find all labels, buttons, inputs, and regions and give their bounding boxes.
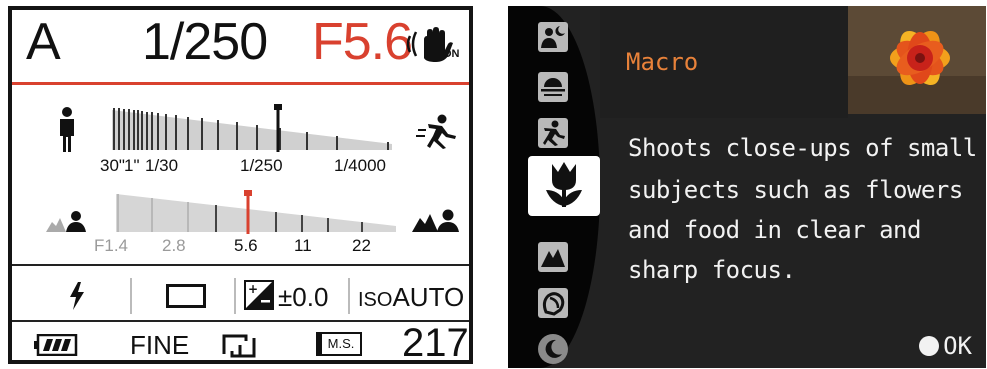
aperture-scale-label: 11 [294, 236, 312, 255]
macro-sample-image [848, 6, 986, 114]
single-shot-icon [166, 284, 206, 308]
battery-icon [34, 334, 78, 356]
person-running-icon [416, 114, 456, 149]
shutter-scale-label: 1/30 [145, 156, 179, 175]
memory-stick-icon: M.S. [316, 332, 362, 356]
aspect-ratio-icon [222, 334, 256, 358]
flash-icon [70, 282, 84, 310]
image-quality: FINE [130, 330, 190, 360]
shots-remaining: 217 [402, 321, 469, 364]
aperture-scale [116, 190, 396, 234]
sports-icon[interactable] [538, 118, 568, 148]
divider [234, 278, 236, 314]
sharp-background-portrait-icon [412, 209, 459, 232]
shutter-scale-label-current: 1/250 [240, 156, 283, 175]
divider [348, 278, 350, 314]
aperture-value: F5.6 [312, 13, 413, 71]
portrait-icon[interactable] [538, 288, 568, 318]
shutter-scale-label: 30" [100, 156, 125, 175]
aperture-scale-label: 2.8 [162, 236, 186, 255]
ok-label: OK [943, 332, 972, 360]
sunset-icon[interactable] [538, 72, 568, 102]
blurred-background-portrait-icon [46, 211, 86, 232]
shooting-mode: A [26, 13, 61, 71]
shutter-speed-scale [112, 104, 392, 152]
person-standing-icon [60, 107, 74, 152]
shutter-speed-value: 1/250 [142, 13, 268, 71]
scene-description-line: Shoots close-ups of small [628, 134, 977, 162]
aperture-scale-label: F1.4 [94, 236, 129, 255]
camera-status-display: A 1/250 F5.6 ON 30" 1" 1/30 1/250 1/4000… [8, 6, 473, 364]
scene-title: Macro [626, 48, 699, 76]
night-view-icon[interactable] [538, 334, 568, 364]
header-divider [12, 82, 469, 85]
ok-button[interactable]: OK [919, 332, 972, 360]
svg-text:+: + [248, 282, 258, 296]
exposure-compensation-value: ±0.0 [278, 282, 329, 312]
scene-description-line: sharp focus. [628, 256, 796, 284]
steadyshot-on-badge: ON [443, 48, 460, 60]
night-portrait-icon[interactable] [538, 22, 568, 52]
aperture-scale-label-current: 5.6 [234, 236, 258, 255]
iso-prefix: ISO [358, 289, 393, 311]
scene-selection-menu: Macro Shoots close-ups of small subjects… [508, 6, 986, 368]
scale-divider [12, 264, 469, 266]
aperture-scale-label: 22 [352, 236, 371, 255]
scene-description-line: subjects such as flowers [628, 176, 963, 204]
macro-icon[interactable] [528, 156, 600, 216]
ok-dot-icon [919, 336, 940, 356]
landscape-icon[interactable] [538, 242, 568, 272]
iso-value: AUTO [392, 282, 465, 312]
iso-setting: ISOAUTO [358, 282, 464, 312]
scene-description-line: and food in clear and [628, 216, 921, 244]
shutter-scale-label: 1/4000 [334, 156, 386, 175]
divider [130, 278, 132, 314]
shutter-scale-label: 1" [124, 156, 140, 175]
exposure-compensation-icon: + [244, 280, 274, 310]
